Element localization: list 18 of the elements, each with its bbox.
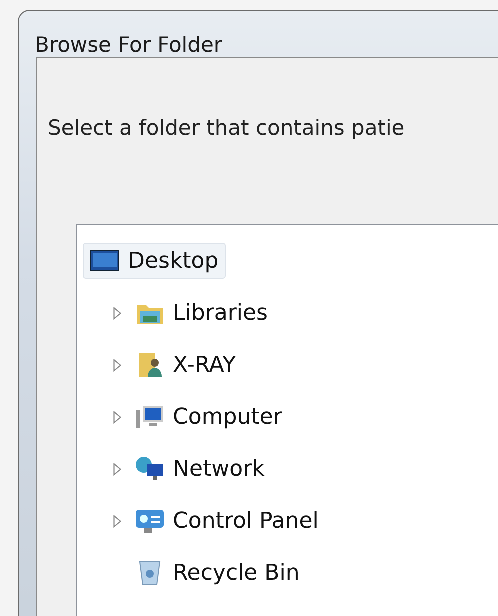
instruction-text: Select a folder that contains patie — [48, 116, 406, 140]
expand-arrow-icon[interactable] — [113, 514, 122, 528]
tree-item[interactable]: Computer — [128, 399, 290, 435]
computer-icon — [135, 404, 165, 430]
tree-item[interactable]: Control Panel — [128, 503, 326, 539]
tree-item[interactable]: Desktop — [83, 243, 226, 279]
tree-item[interactable]: Libraries — [128, 295, 276, 331]
monitor-icon — [90, 248, 120, 274]
expand-arrow-icon[interactable] — [113, 306, 122, 320]
tree-item[interactable]: Recycle Bin — [128, 555, 307, 591]
expand-arrow-icon[interactable] — [113, 358, 122, 372]
expand-arrow-icon[interactable] — [113, 410, 122, 424]
network-icon — [135, 456, 165, 482]
control-panel-icon — [135, 508, 165, 534]
tree-item[interactable]: X-RAY — [128, 347, 244, 383]
expand-arrow-icon[interactable] — [113, 462, 122, 476]
tree-item[interactable]: Network — [128, 451, 272, 487]
window-title: Browse For Folder — [34, 32, 224, 57]
